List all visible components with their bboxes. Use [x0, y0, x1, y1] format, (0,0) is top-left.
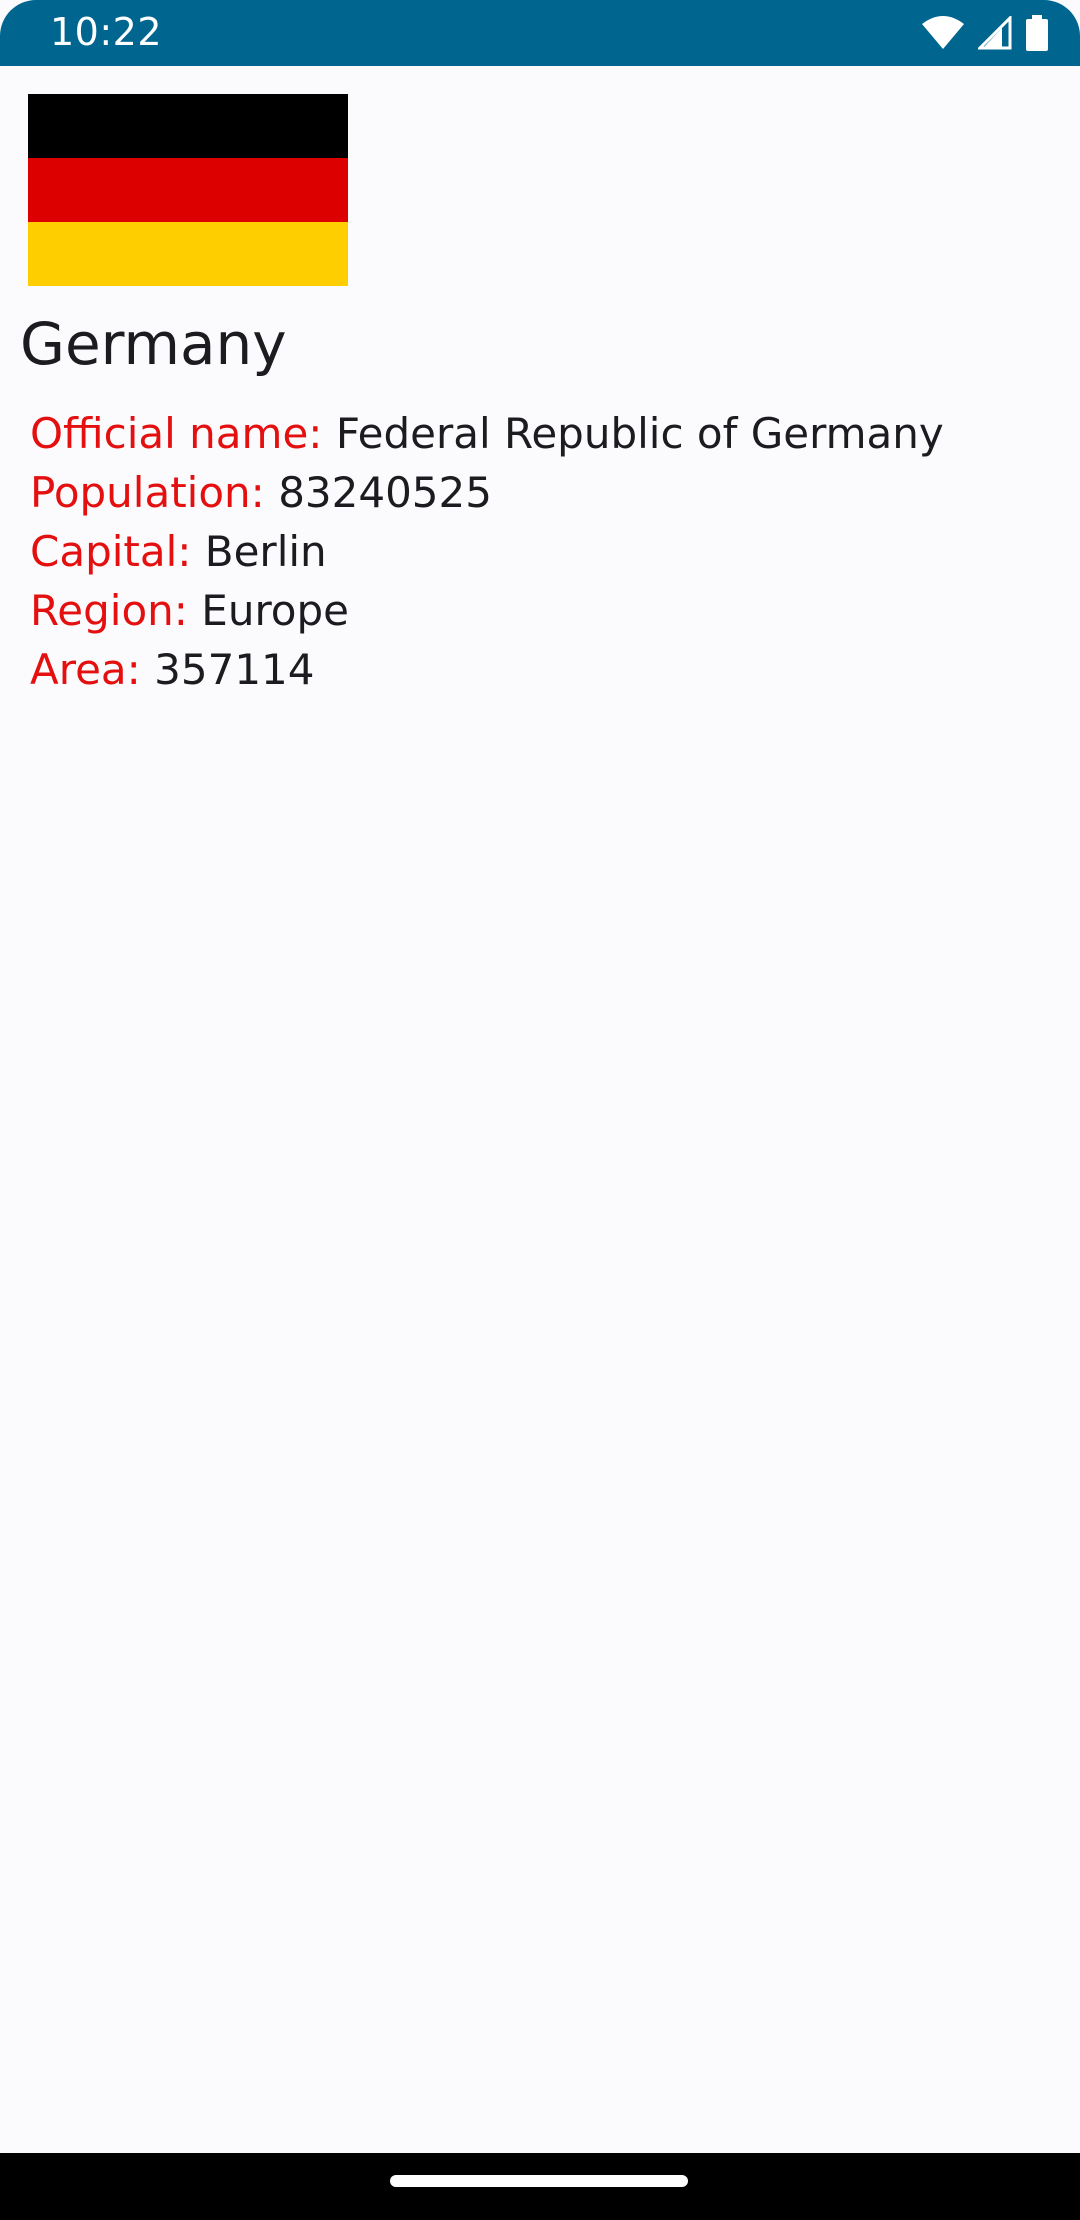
detail-value: Europe: [201, 586, 349, 635]
detail-value: 357114: [154, 645, 315, 694]
detail-population: Population: 83240525: [30, 463, 1050, 522]
status-icons: [922, 14, 1048, 52]
detail-label: Official name:: [30, 409, 323, 458]
country-details: Official name: Federal Republic of Germa…: [30, 404, 1050, 699]
flag-stripe-red: [28, 158, 348, 222]
detail-label: Capital:: [30, 527, 192, 576]
flag-stripe-gold: [28, 222, 348, 286]
detail-label: Region:: [30, 586, 188, 635]
flag-stripe-black: [28, 94, 348, 158]
detail-value: Federal Republic of Germany: [335, 409, 944, 458]
status-bar: 10:22: [0, 0, 1080, 66]
detail-capital: Capital: Berlin: [30, 522, 1050, 581]
country-flag-image: [28, 94, 348, 286]
navigation-bar: [0, 2153, 1080, 2220]
detail-region: Region: Europe: [30, 581, 1050, 640]
detail-value: Berlin: [204, 527, 327, 576]
home-gesture-handle[interactable]: [390, 2175, 688, 2187]
battery-icon: [1026, 15, 1048, 51]
status-time: 10:22: [50, 10, 163, 54]
detail-label: Population:: [30, 468, 265, 517]
detail-label: Area:: [30, 645, 141, 694]
detail-official-name: Official name: Federal Republic of Germa…: [30, 404, 1050, 463]
detail-area: Area: 357114: [30, 640, 1050, 699]
detail-value: 83240525: [278, 468, 492, 517]
wifi-icon: [922, 16, 964, 50]
country-name: Germany: [20, 310, 287, 378]
cellular-signal-icon: [978, 16, 1012, 50]
